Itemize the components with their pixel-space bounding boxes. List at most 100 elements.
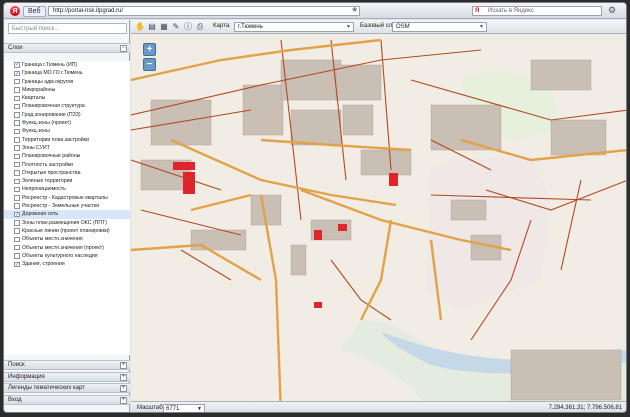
panel-header[interactable]: Поиск +	[4, 360, 130, 370]
layer-item[interactable]: Плотность застройки	[4, 161, 130, 169]
layer-item[interactable]: Град.зонирование (ПЗЗ)	[4, 111, 130, 119]
map-select[interactable]: г.Тюмень ▼	[234, 22, 354, 32]
layer-checkbox[interactable]	[14, 78, 20, 85]
layer-label: Планировочные районы	[22, 153, 81, 160]
bookmark-star-icon[interactable]: ★	[351, 5, 358, 14]
layer-checkbox[interactable]	[14, 112, 20, 118]
map-view[interactable]: ✋ ▤ ▦ ✎ ⓘ ⎙ Карта: г.Тюмень ▼ Базовый сло…	[131, 20, 627, 413]
map-canvas[interactable]	[131, 20, 627, 413]
layer-item[interactable]: Объекты культурного наследия	[4, 252, 130, 260]
layer-item[interactable]: ✓ Здания, строения	[4, 260, 130, 268]
layer-checkbox[interactable]	[14, 153, 20, 160]
panel-header[interactable]: Вход +	[4, 394, 130, 405]
layer-item[interactable]: Границы адм.округов	[4, 78, 130, 86]
base-layer-select[interactable]: OSM ▼	[392, 22, 487, 32]
layer-item[interactable]: Непроницаемость	[4, 185, 130, 193]
layer-item[interactable]: Зеленые территории	[4, 177, 130, 185]
zoom-in-button[interactable]: +	[143, 43, 156, 56]
panel-header-label: Вход	[8, 396, 22, 403]
layer-item[interactable]: Микрорайоны	[4, 86, 130, 94]
scale-label: Масштаб:	[137, 405, 165, 411]
layer-item[interactable]: Функц.зоны	[4, 127, 130, 135]
layer-item[interactable]: Открытые пространства	[4, 169, 130, 177]
layer-checkbox[interactable]	[14, 253, 20, 259]
layer-item[interactable]: ✓ Дорожная сеть	[4, 210, 130, 219]
layer-checkbox[interactable]: ✓	[14, 261, 20, 268]
layer-checkbox[interactable]	[14, 203, 20, 209]
chevron-down-icon: ▼	[346, 24, 351, 30]
quick-search-input[interactable]: Быстрый поиск...	[8, 23, 127, 34]
yandex-search-input[interactable]: Я Искать в Яндекс	[472, 6, 602, 16]
layer-label: Планировочная структура	[22, 103, 85, 110]
browser-brand[interactable]: Я Веб	[10, 5, 46, 17]
layer-label: Границы адм.округов	[22, 78, 74, 85]
layer-checkbox[interactable]	[14, 161, 20, 168]
layer-item[interactable]: Территории план.застройки	[4, 136, 130, 144]
info-icon[interactable]: ⓘ	[183, 22, 193, 32]
layer-checkbox[interactable]	[14, 220, 20, 226]
address-bar[interactable]: http://portal-nsk.itpgrad.ru/	[48, 6, 360, 16]
layer-checkbox[interactable]	[14, 178, 20, 185]
map-statusbar: Масштаб: 6771 ▼ 7.294.361,31; 7.796.506,8…	[131, 401, 626, 412]
layer-label: Функц.зоны	[22, 128, 50, 135]
layer-item[interactable]: Росреестр - Земельные участки	[4, 202, 130, 210]
layer-item[interactable]: Функц.зоны (проект)	[4, 119, 130, 127]
browser-toolbar: Я Веб http://portal-nsk.itpgrad.ru/ ★ Я …	[4, 3, 626, 19]
layer-label: Граница МО ГО г.Тюмень	[22, 70, 83, 77]
layer-checkbox[interactable]	[14, 103, 20, 110]
layer-item[interactable]: Росреестр - Кадастровые кварталы	[4, 194, 130, 202]
panel-header-label: Поиск	[8, 362, 25, 368]
yandex-search-icon: Я	[475, 8, 480, 14]
layer-checkbox[interactable]: ✓	[14, 62, 20, 68]
layer-item[interactable]: Зоны СУИТ	[4, 144, 130, 152]
layer-checkbox[interactable]	[14, 137, 20, 143]
layer-checkbox[interactable]	[14, 236, 20, 243]
expand-icon[interactable]: +	[120, 396, 127, 404]
layer-checkbox[interactable]	[14, 228, 20, 234]
expand-icon[interactable]: +	[120, 385, 127, 392]
chevron-down-icon: ▼	[197, 406, 202, 412]
layer-item[interactable]: Объекты местн.значения	[4, 235, 130, 243]
scale-select[interactable]: 6771 ▼	[163, 404, 205, 412]
layers-icon[interactable]: ▤	[147, 22, 157, 32]
layer-checkbox[interactable]	[14, 87, 20, 93]
layer-checkbox[interactable]	[14, 120, 20, 126]
layer-label: Росреестр - Кадастровые кварталы	[22, 194, 108, 201]
layer-label: Зоны СУИТ	[22, 144, 50, 151]
panel-header-label: Легенды тематических карт	[8, 385, 86, 391]
layer-item[interactable]: Планировочная структура	[4, 102, 130, 110]
pan-hand-icon[interactable]: ✋	[135, 22, 145, 32]
layers-header[interactable]: Слои −	[4, 43, 130, 53]
layer-checkbox[interactable]	[14, 145, 20, 151]
settings-gear-icon[interactable]: ⚙	[608, 5, 616, 16]
layer-checkbox[interactable]	[14, 128, 20, 135]
layer-label: Непроницаемость	[22, 186, 66, 193]
zoom-out-button[interactable]: −	[143, 58, 156, 71]
layer-label: Здания, строения	[22, 261, 65, 268]
layer-item[interactable]: ✓ Граница МО ГО г.Тюмень	[4, 69, 130, 77]
layer-checkbox[interactable]	[14, 170, 20, 176]
layer-item[interactable]: Кварталы	[4, 94, 130, 102]
layer-item[interactable]: Объекты местн.значения (проект)	[4, 244, 130, 252]
layer-item[interactable]: Планировочные районы	[4, 152, 130, 160]
layer-label: Территории план.застройки	[22, 136, 89, 143]
measure-icon[interactable]: ✎	[171, 22, 181, 32]
collapse-icon[interactable]: −	[120, 45, 127, 52]
layer-item[interactable]: Зоны план.размещения ОКС (ППТ)	[4, 219, 130, 227]
ruler-icon[interactable]: ▦	[159, 22, 169, 32]
layer-checkbox[interactable]	[14, 186, 20, 193]
layer-checkbox[interactable]: ✓	[14, 211, 20, 218]
panel-header[interactable]: Информация +	[4, 371, 130, 382]
expand-icon[interactable]: +	[120, 373, 127, 381]
layer-checkbox[interactable]	[14, 95, 20, 102]
layer-item[interactable]: ✓ Граница г.Тюмень (ИП)	[4, 61, 130, 69]
panel-header[interactable]: Легенды тематических карт +	[4, 383, 130, 393]
layer-checkbox[interactable]	[14, 195, 20, 201]
panel-header-label: Информация	[8, 373, 45, 380]
layer-checkbox[interactable]: ✓	[14, 70, 20, 77]
expand-icon[interactable]: +	[120, 362, 127, 369]
print-icon[interactable]: ⎙	[195, 22, 205, 32]
layer-item[interactable]: Красные линии (проект планировки)	[4, 227, 130, 235]
layer-label: Объекты культурного наследия	[22, 252, 98, 259]
layer-checkbox[interactable]	[14, 244, 20, 251]
